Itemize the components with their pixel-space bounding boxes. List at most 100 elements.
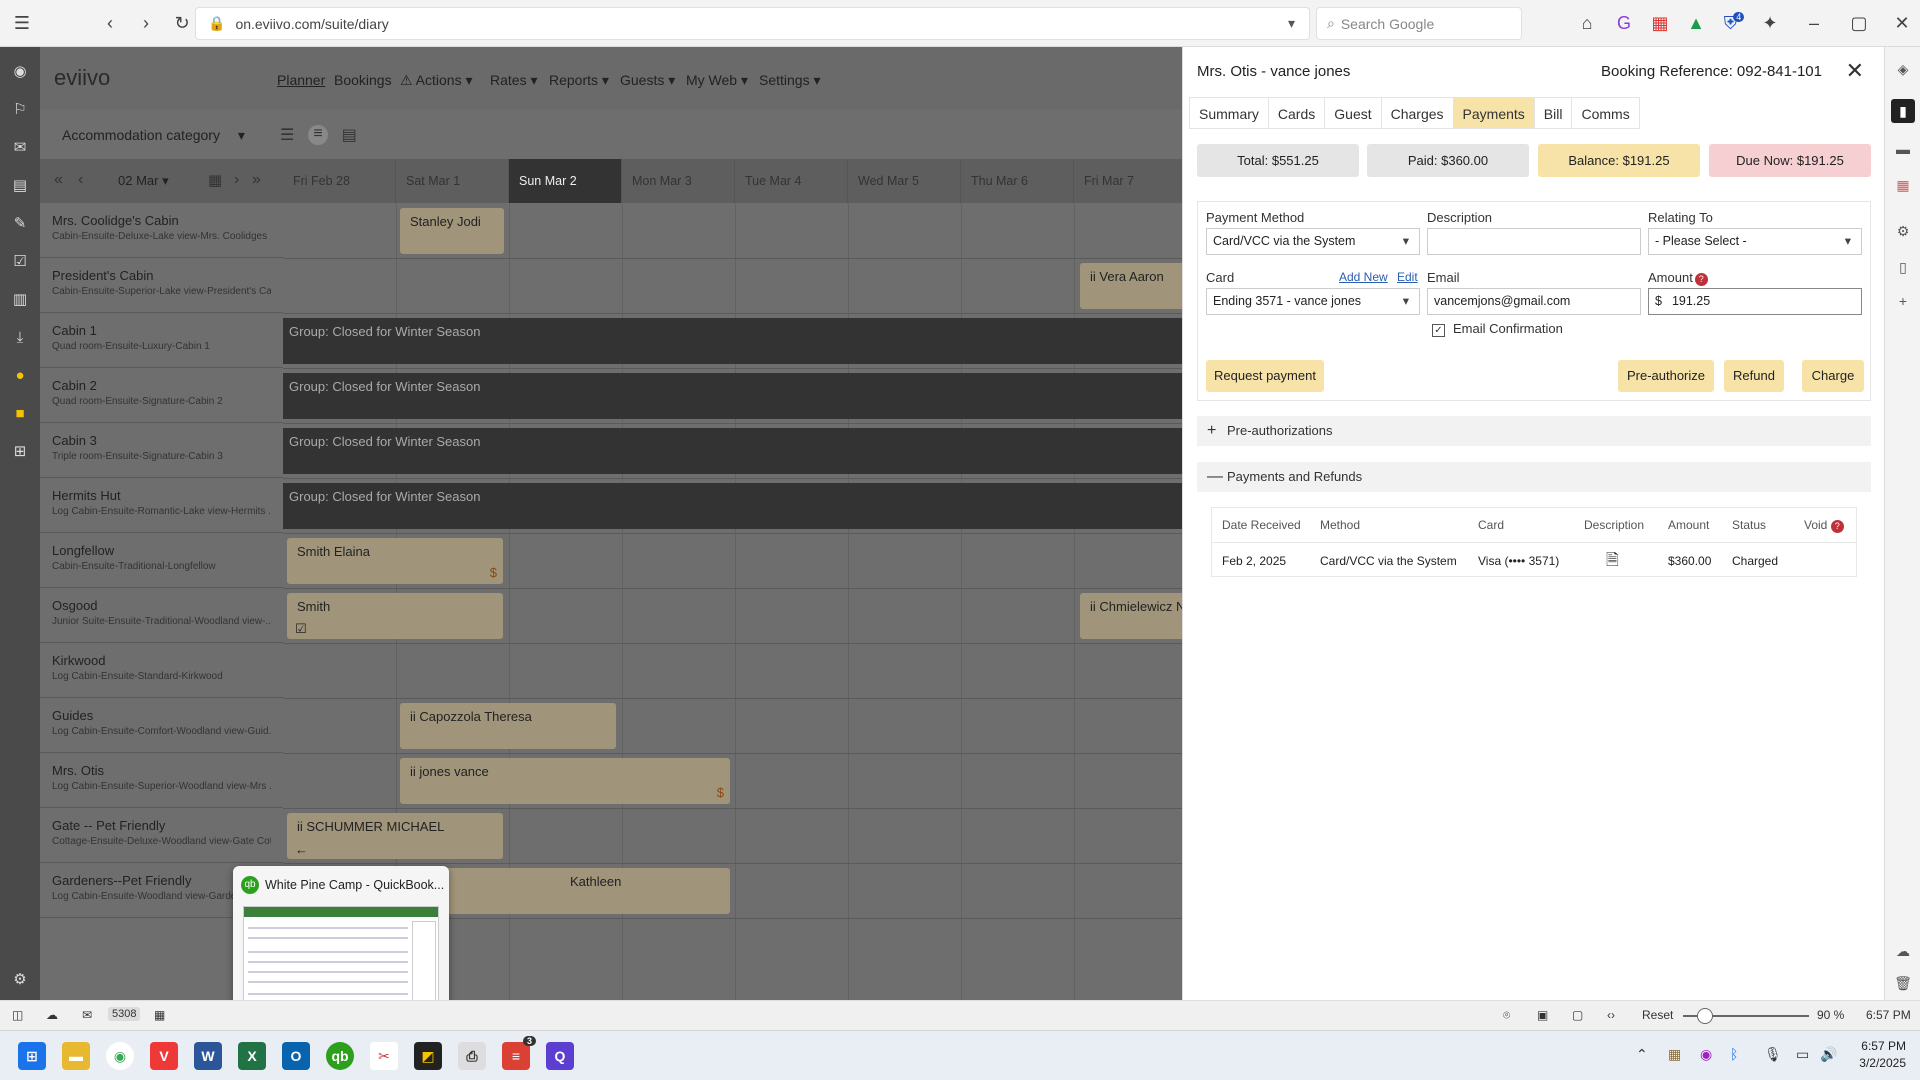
room-row[interactable]: Cabin 3 Triple room-Ensuite-Signature-Cab… [40, 423, 283, 478]
date-picker[interactable]: 02 Mar ▾ [118, 173, 169, 189]
room-row[interactable]: Guides Log Cabin-Ensuite-Comfort-Woodland… [40, 698, 283, 753]
downloads-icon[interactable]: ⤓ [8, 325, 32, 349]
relating-to-select[interactable]: - Please Select - [1648, 228, 1862, 255]
quickbooks-icon[interactable]: qb [326, 1042, 354, 1070]
nav-reports[interactable]: Reports ▾ [549, 72, 609, 89]
layers-icon[interactable]: ◈ [1891, 57, 1915, 81]
keep-icon[interactable]: ■ [8, 401, 32, 425]
image-icon[interactable]: ▣ [1537, 1008, 1548, 1022]
booking-block[interactable]: Kathleen [400, 868, 730, 914]
panel-app-icon[interactable]: ● [8, 363, 32, 387]
tab-guest[interactable]: Guest [1324, 97, 1381, 129]
panel-toggle-icon[interactable]: ◫ [12, 1008, 23, 1022]
taskbar-thumbnail[interactable]: qb White Pine Camp - QuickBook... [233, 866, 449, 1020]
room-row[interactable]: President's Cabin Cabin-Ensuite-Superior-… [40, 258, 283, 313]
tab-summary[interactable]: Summary [1189, 97, 1268, 129]
excel-icon[interactable]: X [238, 1042, 266, 1070]
amount-field[interactable]: $191.25 [1648, 288, 1862, 315]
trash-icon[interactable]: 🗑 [1891, 971, 1915, 995]
volume-icon[interactable]: 🔊 [1820, 1046, 1837, 1063]
maximize-icon[interactable]: ▢ [1845, 9, 1873, 37]
snipping-icon[interactable]: ✂ [370, 1042, 398, 1070]
nav-guests[interactable]: Guests ▾ [620, 72, 675, 89]
category-select[interactable]: Accommodation category ▾ [62, 127, 245, 144]
closed-block[interactable]: Group: Closed for Winter Season [283, 318, 1183, 364]
room-row[interactable]: Cabin 1 Quad room-Ensuite-Luxury-Cabin 1 [40, 313, 283, 368]
email-confirmation-checkbox[interactable]: ✓ Email Confirmation [1427, 321, 1563, 337]
calendar-icon[interactable]: ▦ [208, 171, 222, 189]
payment-method-select[interactable]: Card/VCC via the System [1206, 228, 1420, 255]
booking-block[interactable]: Smith ☑ [287, 593, 503, 639]
card-icon[interactable]: ▬ [1891, 137, 1915, 161]
vivaldi-icon[interactable]: V [150, 1042, 178, 1070]
booking-block[interactable]: ii Capozzola Theresa [400, 703, 616, 749]
room-row[interactable]: Mrs. Otis Log Cabin-Ensuite-Superior-Wood… [40, 753, 283, 808]
list-view-icon[interactable]: ☰ [280, 125, 294, 145]
description-input[interactable] [1427, 228, 1641, 255]
microphone-icon[interactable]: 🎙 [1764, 1046, 1782, 1063]
outlook-icon[interactable]: O [282, 1042, 310, 1070]
booking-block[interactable]: ii Vera Aaron [1080, 263, 1190, 309]
nav-rates[interactable]: Rates ▾ [490, 72, 538, 89]
panel-icon[interactable]: ▮ [1891, 99, 1915, 123]
drive-icon[interactable]: ▲ [1682, 9, 1710, 37]
reading-list-icon[interactable]: ▥ [8, 287, 32, 311]
document-icon[interactable]: 🗎 [1606, 544, 1619, 578]
room-row[interactable]: Osgood Junior Suite-Ensuite-Traditional-W… [40, 588, 283, 643]
room-row[interactable]: Longfellow Cabin-Ensuite-Traditional-Long… [40, 533, 283, 588]
booking-block[interactable]: Smith Elaina $ [287, 538, 503, 584]
nav-settings[interactable]: Settings ▾ [759, 72, 821, 89]
room-row[interactable]: Mrs. Coolidge's Cabin Cabin-Ensuite-Delux… [40, 203, 283, 258]
bitwarden-icon[interactable]: ⛨ 4 [1720, 9, 1748, 37]
tab-comms[interactable]: Comms [1571, 97, 1640, 129]
notes-icon[interactable]: ✎ [8, 211, 32, 235]
tray-app2-icon[interactable]: ◉ [1700, 1046, 1712, 1063]
tiling-icon[interactable]: ▢ [1572, 1008, 1583, 1022]
booking-block[interactable]: Stanley Jodi [400, 208, 504, 254]
email-field[interactable]: vancemjons@gmail.com [1427, 288, 1641, 315]
card-select[interactable]: Ending 3571 - vance jones [1206, 288, 1420, 315]
calendar-icon[interactable]: ▤ [8, 173, 32, 197]
last-page-icon[interactable]: » [252, 171, 261, 189]
nav-planner[interactable]: Planner [277, 72, 325, 88]
settings-icon[interactable]: ⚙ [8, 967, 32, 991]
closed-block[interactable]: Group: Closed for Winter Season [283, 373, 1183, 419]
taskbar-clock[interactable]: 6:57 PM [1846, 1039, 1906, 1053]
calendar-ext-icon[interactable]: ▦ [1646, 9, 1674, 37]
booking-block[interactable]: ii SCHUMMER MICHAEL ← [287, 813, 503, 859]
zoom-slider-handle[interactable] [1697, 1008, 1713, 1024]
back-icon[interactable]: ‹ [96, 9, 124, 37]
minimize-icon[interactable]: – [1800, 9, 1828, 37]
room-row[interactable]: Kirkwood Log Cabin-Ensuite-Standard-Kirkw… [40, 643, 283, 698]
extensions-icon[interactable]: ✦ [1756, 9, 1784, 37]
printer-icon[interactable]: ⎙ [458, 1042, 486, 1070]
zoom-reset[interactable]: Reset [1642, 1008, 1673, 1022]
mail-icon[interactable]: ✉ [8, 135, 32, 159]
add-icon[interactable]: + [1891, 289, 1915, 313]
word-icon[interactable]: W [194, 1042, 222, 1070]
first-page-icon[interactable]: « [54, 171, 63, 189]
network-icon[interactable]: ▭ [1796, 1046, 1809, 1063]
home-icon[interactable]: ⌂ [1573, 9, 1601, 37]
edit-card-link[interactable]: Edit [1397, 270, 1418, 284]
mail-icon[interactable]: ✉ [82, 1008, 92, 1022]
screenshot-icon[interactable]: ⌾ [1503, 1008, 1510, 1023]
nav-actions[interactable]: ⚠ Actions ▾ [400, 72, 473, 89]
tab-charges[interactable]: Charges [1380, 97, 1453, 129]
prev-icon[interactable]: ‹ [78, 171, 83, 189]
room-row[interactable]: Gate -- Pet Friendly Cottage-Ensuite-Delu… [40, 808, 283, 863]
start-icon[interactable]: ⊞ [18, 1042, 46, 1070]
app-icon[interactable]: ▦ [1891, 173, 1915, 197]
taskbar-date[interactable]: 3/2/2025 [1846, 1056, 1906, 1070]
room-row[interactable]: Hermits Hut Log Cabin-Ensuite-Romantic-La… [40, 478, 283, 533]
sticky-notes-icon[interactable]: ◩ [414, 1042, 442, 1070]
devtools-icon[interactable]: ‹› [1607, 1008, 1615, 1022]
file-explorer-icon[interactable]: ▬ [62, 1042, 90, 1070]
todoist-icon[interactable]: ≡ 3 [502, 1036, 536, 1070]
bookmarks-icon[interactable]: ⚐ [8, 97, 32, 121]
nav-my-web[interactable]: My Web ▾ [686, 72, 748, 89]
tasks-icon[interactable]: ☑ [8, 249, 32, 273]
refund-button[interactable]: Refund [1724, 360, 1784, 392]
request-payment-button[interactable]: Request payment [1206, 360, 1324, 392]
tray-app-icon[interactable]: ▦ [1668, 1046, 1681, 1063]
